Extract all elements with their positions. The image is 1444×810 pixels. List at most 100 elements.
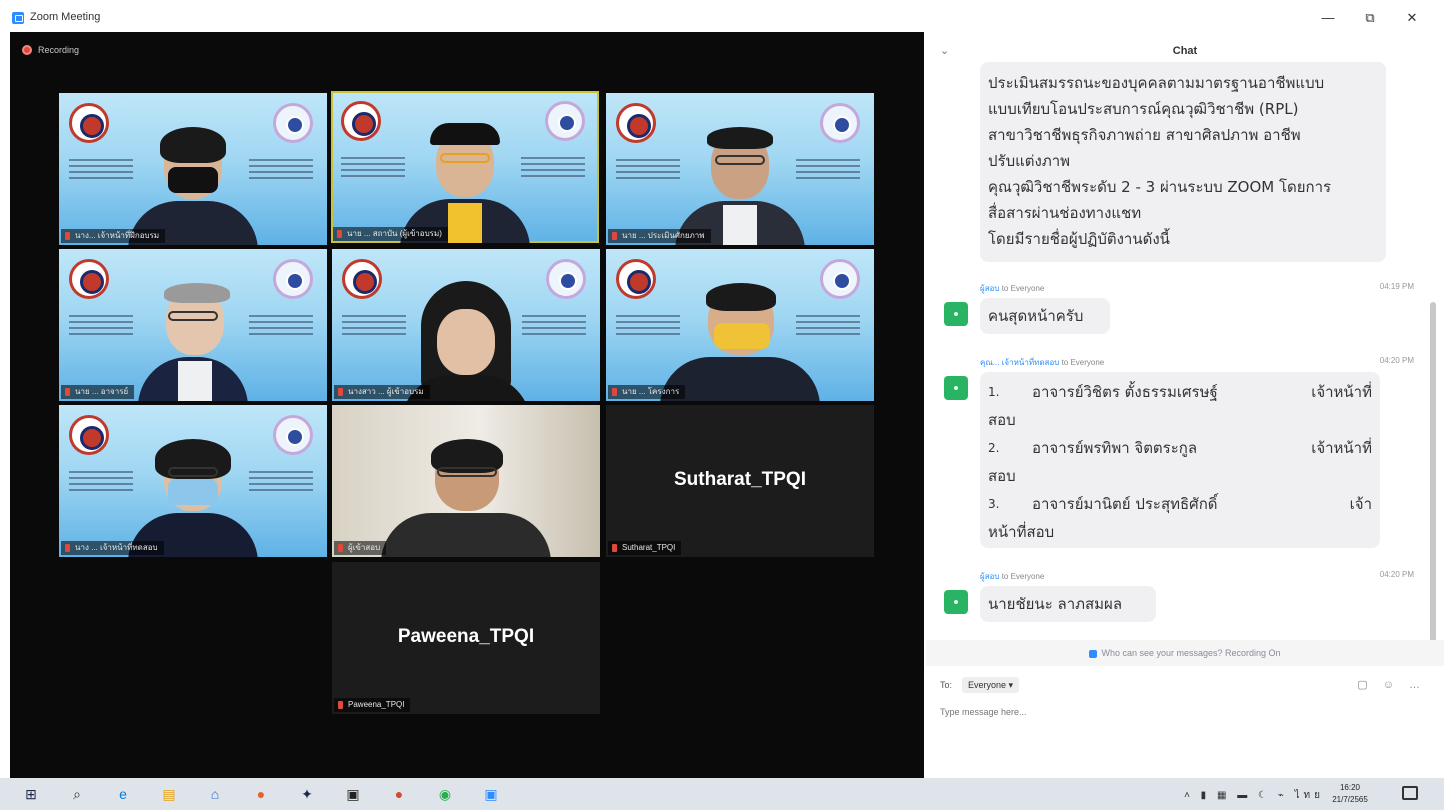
list-item: 1. อาจารย์วิชิตร ตั้งธรรมเศรษฐ์ เจ้าหน้า… bbox=[988, 378, 1372, 406]
window-title: Zoom Meeting bbox=[30, 11, 101, 23]
chat-message-line: แบบเทียบโอนประสบการณ์คุณวุฒิวิชาชีพ (RPL… bbox=[988, 100, 1299, 118]
list-name: อาจารย์พรทิพา จิตตระกูล bbox=[1032, 439, 1198, 457]
background-text bbox=[522, 311, 586, 351]
video-tile[interactable]: นาย ... โครงการ bbox=[606, 249, 874, 401]
institute-logo bbox=[545, 101, 585, 141]
zoom-icon[interactable]: ▣ bbox=[482, 785, 500, 803]
participant-video bbox=[400, 121, 530, 243]
chat-tools-icons[interactable]: ▢ ☺ … bbox=[1357, 678, 1426, 691]
list-role-continued: สอบ bbox=[988, 467, 1016, 485]
tpqi-logo bbox=[341, 101, 381, 141]
tpqi-logo bbox=[342, 259, 382, 299]
participant-name: นาย ... สถาบัน (ผู้เข้าอบรม) bbox=[333, 227, 448, 241]
line-icon[interactable]: ◉ bbox=[436, 785, 454, 803]
tpqi-logo bbox=[616, 103, 656, 143]
video-tile[interactable]: นาง ... เจ้าหน้าที่ทดสอบ bbox=[59, 405, 327, 557]
minimize-button[interactable]: — bbox=[1318, 8, 1338, 28]
close-button[interactable]: ✕ bbox=[1402, 8, 1422, 28]
list-role: เจ้าหน้าที่ bbox=[1311, 439, 1372, 457]
sender-name: ผู้สอบ bbox=[980, 572, 1000, 581]
background-text bbox=[616, 155, 680, 195]
list-number: 2. bbox=[988, 441, 1000, 455]
clock-date: 21/7/2565 bbox=[1332, 795, 1368, 804]
participant-video bbox=[128, 123, 258, 245]
video-tile-active-speaker[interactable]: นาย ... สถาบัน (ผู้เข้าอบรม) bbox=[331, 91, 599, 243]
chat-title: Chat bbox=[1172, 45, 1198, 57]
search-icon[interactable]: ⌕ bbox=[68, 785, 86, 803]
list-role-continued: สอบ bbox=[988, 411, 1016, 429]
avatar bbox=[944, 590, 968, 614]
participant-video bbox=[660, 279, 820, 401]
participant-video bbox=[138, 279, 248, 401]
chat-message-line: ปรับแต่งภาพ bbox=[988, 152, 1071, 170]
zoom-app-icon bbox=[12, 12, 24, 24]
privacy-notice-text: Who can see your messages? Recording On bbox=[1101, 648, 1281, 658]
video-tile[interactable]: นาย ... อาจารย์ bbox=[59, 249, 327, 401]
edge-browser-icon[interactable]: e bbox=[114, 785, 132, 803]
tpqi-logo bbox=[69, 415, 109, 455]
video-tile-camera-off[interactable]: Paweena_TPQI Paweena_TPQI bbox=[332, 562, 600, 714]
participant-name: Sutharat_TPQI bbox=[608, 541, 682, 555]
dropbox-icon[interactable]: ✦ bbox=[298, 785, 316, 803]
message-time: 04:20 PM bbox=[1379, 570, 1414, 579]
title-bar: Zoom Meeting — ⧉ ✕ bbox=[0, 0, 1444, 32]
to-label: To: bbox=[940, 680, 953, 690]
chat-scrollbar[interactable] bbox=[1430, 302, 1436, 642]
list-name: อาจารย์วิชิตร ตั้งธรรมเศรษฐ์ bbox=[1032, 383, 1218, 401]
participant-name: นางสาว ... ผู้เข้าอบรม bbox=[334, 385, 430, 399]
video-tile-camera-off[interactable]: Sutharat_TPQI Sutharat_TPQI bbox=[606, 405, 874, 557]
clock-time: 16:20 bbox=[1339, 783, 1361, 792]
participant-name: นาย ... อาจารย์ bbox=[61, 385, 135, 399]
system-tray-icons[interactable]: ˄ ▮ ▦ ▬ ☾ ⌁ ไทย bbox=[1184, 788, 1324, 803]
background-text bbox=[341, 153, 405, 193]
list-role-continued: หน้าที่สอบ bbox=[988, 523, 1055, 541]
chat-message-bubble: นายชัยนะ ลาภสมผล bbox=[980, 586, 1156, 622]
chat-message-bubble: 1. อาจารย์วิชิตร ตั้งธรรมเศรษฐ์ เจ้าหน้า… bbox=[980, 372, 1380, 548]
participant-name: นาง... เจ้าหน้าที่ฝึกอบรม bbox=[61, 229, 166, 243]
list-role: เจ้า bbox=[1349, 495, 1372, 513]
list-item: 3. อาจารย์มานิตย์ ประสุทธิศักดิ์ เจ้า bbox=[988, 490, 1372, 518]
recording-label: Recording bbox=[38, 45, 80, 55]
chat-panel: ⌄ Chat ประเมินสมรรถนะของบุคคลตามมาตรฐานอ… bbox=[926, 32, 1444, 778]
tpqi-logo bbox=[69, 259, 109, 299]
chat-message-line: ประเมินสมรรถนะของบุคคลตามมาตรฐานอาชีพแบบ bbox=[988, 74, 1325, 92]
video-tile[interactable]: ผู้เข้าสอบ bbox=[332, 405, 600, 557]
participant-video bbox=[381, 435, 551, 557]
recipient-label: to Everyone bbox=[1061, 358, 1105, 367]
video-tile[interactable]: นาย ... ประเมินศักยภาพ bbox=[606, 93, 874, 245]
video-tile[interactable]: นาง... เจ้าหน้าที่ฝึกอบรม bbox=[59, 93, 327, 245]
list-name: อาจารย์มานิตย์ ประสุทธิศักดิ์ bbox=[1032, 495, 1218, 513]
store-icon[interactable]: ⌂ bbox=[206, 785, 224, 803]
chat-message-line: สาขาวิชาชีพธุรกิจภาพถ่าย สาขาศิลปภาพ อาช… bbox=[988, 126, 1301, 144]
participant-video bbox=[675, 123, 805, 245]
firefox-icon[interactable]: ● bbox=[252, 785, 270, 803]
chrome-icon[interactable]: ● bbox=[390, 785, 408, 803]
tpqi-logo bbox=[69, 103, 109, 143]
record-icon bbox=[22, 45, 32, 55]
recording-indicator[interactable]: Recording bbox=[22, 43, 79, 57]
institute-logo bbox=[820, 259, 860, 299]
chat-message-bubble: คนสุดหน้าครับ bbox=[980, 298, 1110, 334]
video-tile[interactable]: นางสาว ... ผู้เข้าอบรม bbox=[332, 249, 600, 401]
file-explorer-icon[interactable]: ▤ bbox=[160, 785, 178, 803]
taskbar-clock[interactable]: 16:20 21/7/2565 bbox=[1330, 782, 1370, 806]
institute-logo bbox=[273, 259, 313, 299]
avatar bbox=[944, 302, 968, 326]
privacy-notice[interactable]: Who can see your messages? Recording On bbox=[926, 640, 1444, 666]
notification-icon[interactable] bbox=[1402, 786, 1418, 800]
participant-name: ผู้เข้าสอบ bbox=[334, 541, 387, 555]
info-icon bbox=[1089, 649, 1098, 658]
chat-message-line: โดยมีรายชื่อผู้ปฏิบัติงานดังนี้ bbox=[988, 230, 1170, 248]
list-number: 3. bbox=[988, 497, 1000, 511]
restore-button[interactable]: ⧉ bbox=[1360, 8, 1380, 28]
chat-message-sender: คุณ... เจ้าหน้าที่ทดสอบ to Everyone bbox=[980, 356, 1104, 368]
list-number: 1. bbox=[988, 385, 1000, 399]
chat-message-input[interactable] bbox=[940, 702, 1420, 722]
windows-start-icon[interactable]: ⊞ bbox=[22, 785, 40, 803]
message-time: 04:20 PM bbox=[1379, 356, 1414, 365]
app-icon[interactable]: ▣ bbox=[344, 785, 362, 803]
recipient-dropdown[interactable]: Everyone ▾ bbox=[962, 677, 1020, 693]
chat-message-line: สื่อสารผ่านช่องทางแชท bbox=[988, 204, 1142, 222]
background-text bbox=[249, 311, 313, 351]
recipient-label: to Everyone bbox=[1001, 572, 1045, 581]
